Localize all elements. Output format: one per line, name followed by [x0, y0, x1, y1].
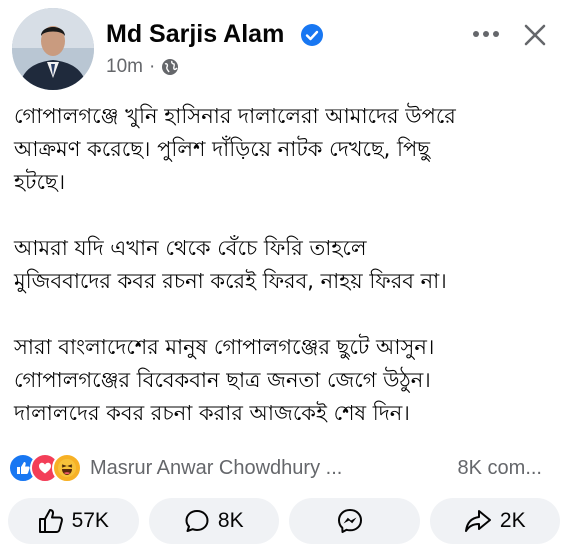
- post-card: Md Sarjis Alam 10m · গোপালগঞ্জে খুনি হাস…: [0, 0, 568, 554]
- author-name[interactable]: Md Sarjis Alam: [106, 20, 284, 49]
- post-meta: 10m ·: [106, 56, 179, 78]
- reaction-icons[interactable]: [8, 453, 82, 483]
- haha-icon: [52, 453, 82, 483]
- share-icon: [464, 510, 491, 532]
- globe-icon[interactable]: [161, 58, 179, 76]
- messenger-button[interactable]: [289, 498, 420, 544]
- comments-count[interactable]: 8K com...: [458, 457, 542, 480]
- thumbs-up-icon: [38, 509, 63, 533]
- like-count: 57K: [71, 509, 109, 532]
- reaction-names[interactable]: Masrur Anwar Chowdhury ...: [90, 457, 342, 480]
- reactions-bar: Masrur Anwar Chowdhury ... 8K com...: [8, 452, 560, 484]
- post-paragraph: আমরা যদি এখান থেকে বেঁচে ফিরি তাহলে মুজি…: [14, 236, 447, 293]
- comment-count: 8K: [217, 509, 244, 532]
- action-bar: 57K 8K 2K: [8, 498, 560, 544]
- share-count: 2K: [499, 509, 526, 532]
- post-text: গোপালগঞ্জে খুনি হাসিনার দালালেরা আমাদের …: [14, 100, 554, 430]
- messenger-icon: [338, 509, 363, 533]
- more-options-icon[interactable]: [470, 22, 502, 46]
- comment-icon: [185, 510, 209, 532]
- post-paragraph: সারা বাংলাদেশের মানুষ গোপালগঞ্জের ছুটে আ…: [14, 335, 435, 425]
- post-paragraph: গোপালগঞ্জে খুনি হাসিনার দালালেরা আমাদের …: [14, 104, 456, 194]
- close-icon[interactable]: [522, 22, 548, 48]
- author-avatar[interactable]: [12, 8, 94, 90]
- share-button[interactable]: 2K: [429, 498, 560, 544]
- post-time[interactable]: 10m: [106, 56, 143, 78]
- verified-badge-icon: [301, 24, 323, 46]
- comment-button[interactable]: 8K: [148, 498, 279, 544]
- like-button[interactable]: 57K: [8, 498, 139, 544]
- meta-separator: ·: [148, 56, 156, 77]
